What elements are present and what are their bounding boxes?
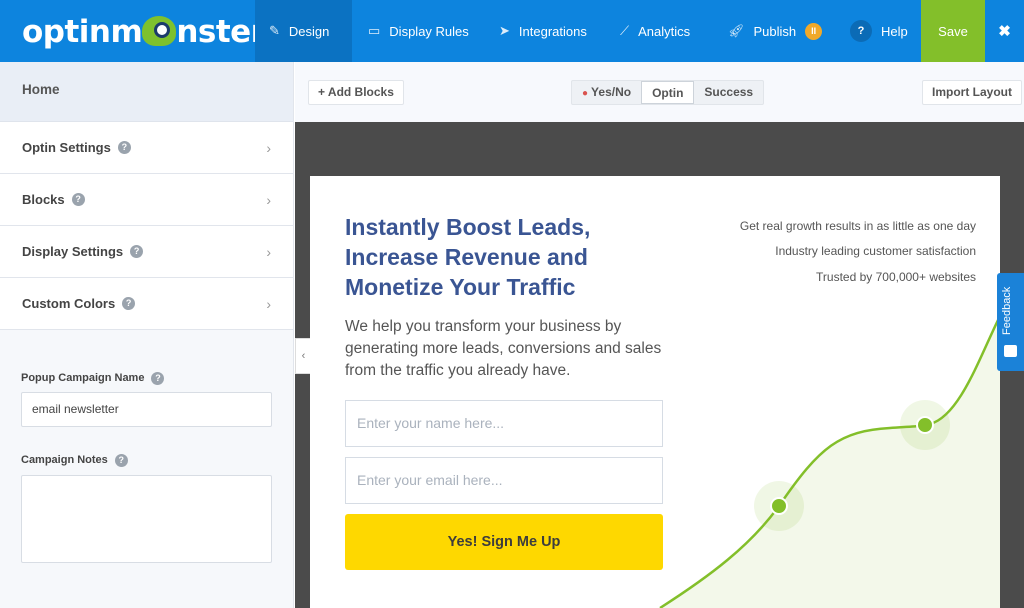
chevron-right-icon: ›: [266, 243, 271, 260]
monster-mascot-icon: [142, 16, 177, 46]
campaign-name-label: Popup Campaign Name?: [21, 372, 165, 385]
sidebar-item-label: Optin Settings: [22, 140, 111, 155]
sidebar-item-custom-colors[interactable]: Custom Colors? ›: [0, 278, 293, 330]
feature-text[interactable]: Trusted by 700,000+ websites: [816, 270, 976, 284]
popup-subtext[interactable]: We help you transform your business by g…: [345, 316, 675, 382]
view-success[interactable]: Success: [694, 81, 763, 104]
feedback-face-icon: [1004, 345, 1017, 357]
add-blocks-button[interactable]: + Add Blocks: [308, 80, 404, 105]
help-icon[interactable]: ?: [71, 193, 85, 206]
popup-preview: Instantly Boost Leads, Increase Revenue …: [310, 176, 1000, 608]
curve-fill: [660, 316, 1000, 608]
import-layout-button[interactable]: Import Layout: [922, 80, 1022, 105]
tab-analytics[interactable]: ⟋ Analytics: [606, 0, 704, 62]
tab-label: Display Rules: [389, 23, 469, 39]
label-text: Popup Campaign Name: [21, 372, 145, 384]
pause-badge-icon: II: [805, 22, 823, 40]
view-switcher: ● Yes/No Optin Success: [571, 80, 765, 105]
feedback-label: Feedback: [1001, 286, 1013, 335]
tab-design[interactable]: ✎ Design: [255, 0, 352, 62]
tab-display-rules[interactable]: ▭ Display Rules: [354, 0, 483, 62]
chevron-right-icon: ›: [266, 295, 271, 312]
tab-publish[interactable]: 🚀︎ Publish II: [714, 0, 836, 62]
view-yes-no[interactable]: ● Yes/No: [572, 81, 641, 104]
sidebar-item-optin-settings[interactable]: Optin Settings? ›: [0, 122, 293, 174]
chevron-right-icon: ›: [266, 139, 271, 156]
sidebar-item-label: Display Settings: [22, 244, 124, 259]
campaign-notes-label: Campaign Notes?: [21, 454, 128, 467]
top-header: optinm nster ✎ Design ▭ Display Rules ➤ Inte…: [0, 0, 1024, 62]
curve-point: [916, 416, 934, 434]
sidebar-item-label: Blocks: [22, 192, 65, 207]
signup-button[interactable]: Yes! Sign Me Up: [345, 514, 663, 570]
help-icon[interactable]: ?: [130, 245, 144, 258]
tab-help[interactable]: ? Help: [836, 0, 922, 62]
sidebar-home[interactable]: Home: [0, 62, 293, 122]
editor-toolbar: + Add Blocks ● Yes/No Optin Success Impor…: [295, 62, 1024, 122]
close-icon[interactable]: ✖: [985, 0, 1024, 62]
tab-label: Analytics: [638, 23, 691, 39]
monitor-icon: ▭: [368, 23, 381, 38]
paper-plane-icon: ➤: [499, 23, 510, 38]
tab-label: Publish: [753, 23, 797, 39]
tab-label: Design: [288, 23, 330, 39]
chart-line-icon: ⟋: [620, 23, 630, 38]
sidebar-item-blocks[interactable]: Blocks? ›: [0, 174, 293, 226]
tab-label: Integrations: [518, 23, 587, 39]
chevron-right-icon: ›: [266, 191, 271, 208]
view-label: Yes/No: [591, 85, 632, 99]
sidebar-item-label: Custom Colors: [22, 296, 116, 311]
sidebar-item-display-settings[interactable]: Display Settings? ›: [0, 226, 293, 278]
name-input[interactable]: Enter your name here...: [345, 400, 663, 447]
save-button[interactable]: Save: [921, 0, 985, 62]
tab-label: Help: [881, 23, 908, 39]
help-icon[interactable]: ?: [117, 141, 131, 154]
feature-text[interactable]: Industry leading customer satisfaction: [775, 244, 976, 258]
feedback-tab[interactable]: Feedback: [997, 273, 1024, 371]
feature-text[interactable]: Get real growth results in as little as …: [740, 219, 976, 233]
optinmonster-logo[interactable]: optinm nster: [22, 14, 266, 50]
campaign-notes-textarea[interactable]: [21, 475, 272, 563]
label-text: Campaign Notes: [21, 454, 108, 466]
rocket-icon: 🚀︎: [728, 23, 745, 38]
tab-integrations[interactable]: ➤ Integrations: [485, 0, 601, 62]
question-icon: ?: [850, 20, 872, 42]
help-icon[interactable]: ?: [122, 297, 136, 310]
status-dot-icon: ●: [582, 88, 589, 99]
help-icon[interactable]: ?: [151, 372, 165, 385]
sidebar: Home Optin Settings? › Blocks? › Display S…: [0, 62, 294, 608]
help-icon[interactable]: ?: [114, 454, 128, 467]
view-optin[interactable]: Optin: [641, 81, 695, 104]
curve-point: [770, 497, 788, 515]
email-input[interactable]: Enter your email here...: [345, 457, 663, 504]
campaign-name-input[interactable]: email newsletter: [21, 392, 272, 427]
pencil-icon: ✎: [269, 23, 280, 38]
popup-headline[interactable]: Instantly Boost Leads, Increase Revenue …: [345, 212, 665, 302]
